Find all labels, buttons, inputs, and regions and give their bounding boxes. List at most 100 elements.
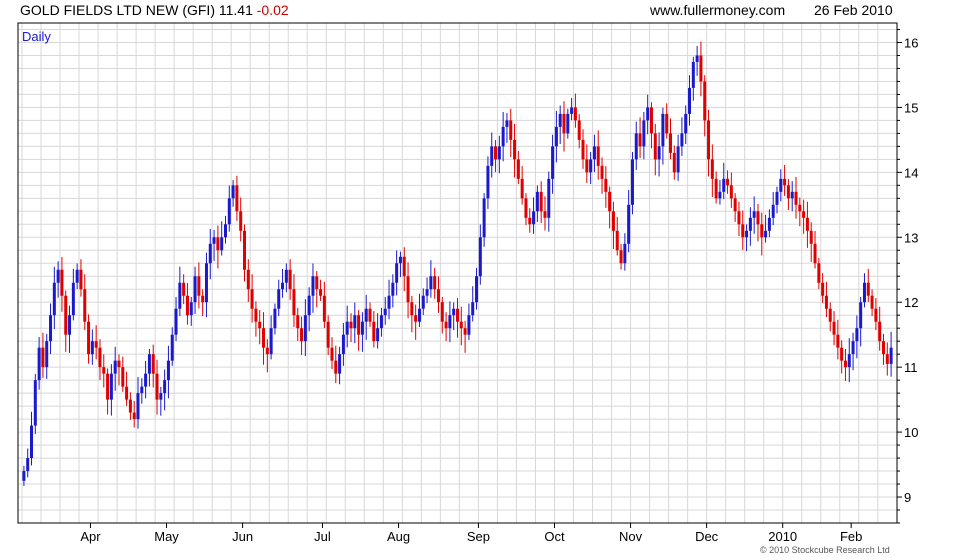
y-tick-label: 15 <box>904 100 918 115</box>
candle-body <box>223 224 227 238</box>
candle-body <box>881 341 885 355</box>
candle-body <box>828 308 832 322</box>
candle-body <box>539 191 543 212</box>
x-tick-label: Jul <box>314 529 331 544</box>
candle-body <box>745 230 749 238</box>
x-tick-label: Sep <box>467 529 490 544</box>
candle-body <box>357 315 361 335</box>
candle-body <box>497 146 501 160</box>
candle-body <box>889 347 893 364</box>
candle-body <box>189 302 193 316</box>
candle-body <box>699 55 703 82</box>
candle-body <box>64 295 68 335</box>
candle-body <box>429 276 433 290</box>
candle-body <box>406 276 410 303</box>
candle-body <box>570 107 574 114</box>
candle-body <box>809 230 813 244</box>
candle-body <box>68 315 72 335</box>
candle-body <box>216 237 220 251</box>
candle-body <box>338 354 342 374</box>
candle-body <box>345 321 349 335</box>
candle-body <box>592 146 596 160</box>
candle-body <box>341 334 345 355</box>
candle-body <box>611 211 615 231</box>
candle-body <box>668 133 672 153</box>
candle-body <box>547 178 551 218</box>
candle-body <box>748 217 752 231</box>
candle-body <box>383 308 387 316</box>
candle-body <box>322 295 326 322</box>
candle-body <box>87 321 91 355</box>
candle-body <box>90 341 94 355</box>
candle-body <box>106 373 110 400</box>
candle-body <box>75 269 79 283</box>
candle-body <box>786 185 790 199</box>
candle-body <box>136 393 140 420</box>
candle-body <box>144 373 148 387</box>
candle-body <box>634 133 638 160</box>
candle-body <box>94 341 98 348</box>
plot-frame <box>17 22 898 524</box>
candle-body <box>566 113 570 134</box>
candle-body <box>543 211 547 218</box>
candle-body <box>600 165 604 179</box>
candle-body <box>577 120 581 140</box>
candle-body <box>471 302 475 316</box>
candle-body <box>227 198 231 225</box>
candle-body <box>486 165 490 199</box>
candle-body <box>436 289 440 303</box>
candle-body <box>281 282 285 290</box>
candle-body <box>155 373 159 400</box>
candle-body <box>307 295 311 316</box>
candle-body <box>421 295 425 309</box>
candle-body <box>855 328 859 342</box>
candle-body <box>767 217 771 231</box>
candle-body <box>680 133 684 147</box>
x-tick-label: Feb <box>840 529 862 544</box>
candle-body <box>26 458 30 472</box>
candle-body <box>163 380 167 394</box>
candle-body <box>885 354 889 364</box>
y-tick-label: 16 <box>904 35 918 50</box>
candle-body <box>52 282 56 316</box>
candle-body <box>220 237 224 251</box>
candle-body <box>726 178 730 186</box>
candle-body <box>509 120 513 140</box>
candle-body <box>376 328 380 342</box>
candle-body <box>440 302 444 322</box>
candle-body <box>349 321 353 329</box>
candle-body <box>684 113 688 134</box>
x-tick-label: Jun <box>232 529 253 544</box>
candle-body <box>353 315 357 329</box>
x-tick-label: Dec <box>695 529 719 544</box>
candle-body <box>170 334 174 361</box>
candle-body <box>501 126 505 147</box>
candle-body <box>140 386 144 394</box>
candle-body <box>60 269 64 296</box>
candle-body <box>532 211 536 225</box>
candle-body <box>79 269 83 290</box>
candle-body <box>398 256 402 264</box>
y-axis: 9 10 11 12 13 14 15 16 <box>897 28 918 524</box>
candle-body <box>262 328 266 348</box>
candle-body <box>558 113 562 127</box>
candle-body <box>665 113 669 134</box>
candle-body <box>859 302 863 329</box>
x-tick-label: 2010 <box>768 529 797 544</box>
y-tick-label: 9 <box>904 490 911 505</box>
candle-body <box>494 146 498 160</box>
candle-body <box>182 282 186 296</box>
candle-body <box>417 308 421 322</box>
candle-body <box>204 263 208 303</box>
candle-body <box>402 256 406 277</box>
candle-body <box>98 347 102 368</box>
candle-body <box>277 289 281 309</box>
candle-body <box>159 393 163 400</box>
candle-body <box>364 308 368 322</box>
candle-body <box>535 191 539 212</box>
candle-body <box>448 315 452 329</box>
candle-body <box>22 471 26 481</box>
candle-body <box>646 107 650 121</box>
candle-body <box>710 159 714 179</box>
y-tick-label: 12 <box>904 295 918 310</box>
